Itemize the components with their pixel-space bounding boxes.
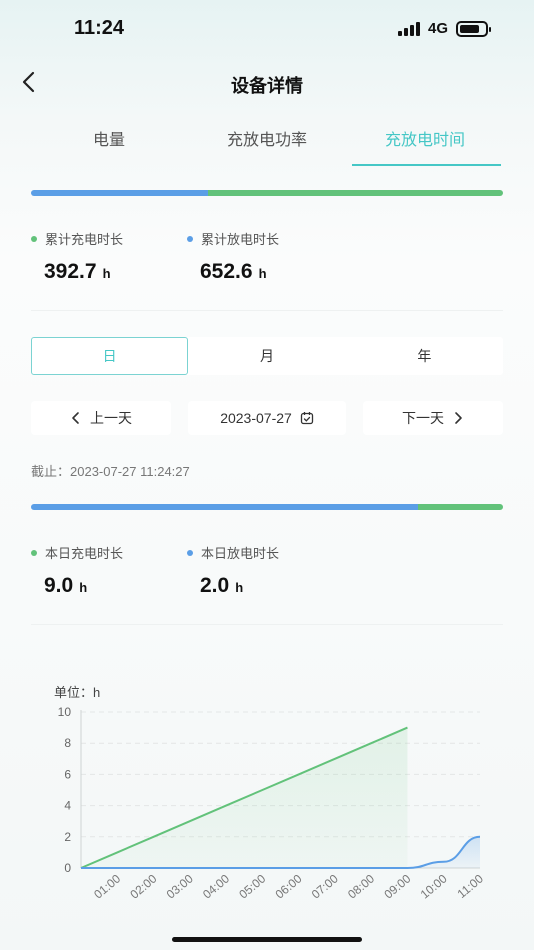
chevron-left-icon [72, 412, 79, 424]
y-tick-label: 6 [64, 767, 71, 781]
green-dot-icon [31, 235, 37, 242]
tab-underline [352, 164, 501, 166]
x-tick-label: 10:00 [418, 871, 450, 901]
total-discharge-segment [208, 190, 503, 196]
total-charge-value: 392.7 h [44, 260, 111, 284]
total-discharge-number: 652.6 [200, 260, 253, 283]
period-day[interactable]: 日 [31, 337, 189, 375]
daily-discharge-label: 本日放电时长 [201, 546, 280, 561]
unit-label: h [258, 266, 267, 281]
daily-charge-number: 9.0 [44, 574, 74, 597]
x-tick-label: 03:00 [164, 871, 196, 901]
tab-label: 充放电时间 [384, 132, 465, 149]
total-charge-label: 累计充电时长 [45, 232, 124, 247]
chevron-right-icon [455, 412, 462, 424]
home-indicator [172, 937, 362, 942]
tab-bar: 电量 充放电功率 充放电时间 [30, 124, 504, 166]
total-ratio-bar [31, 190, 503, 196]
daily-discharge-value: 2.0 h [200, 574, 243, 598]
daily-discharge-number: 2.0 [200, 574, 230, 597]
green-dot-icon [31, 549, 37, 556]
tab-label: 充放电功率 [226, 132, 307, 149]
divider [31, 624, 503, 625]
daily-discharge-legend: 本日放电时长 [187, 543, 279, 562]
prev-day-button[interactable]: 上一天 [31, 401, 171, 435]
page-title: 设备详情 [231, 76, 303, 96]
y-tick-label: 8 [64, 736, 71, 750]
total-discharge-label: 累计放电时长 [201, 232, 280, 247]
daily-discharge-segment [31, 504, 419, 510]
total-discharge-value: 652.6 h [200, 260, 267, 284]
total-charge-segment [31, 190, 209, 196]
unit-label: h [235, 580, 244, 595]
x-tick-label: 07:00 [309, 871, 341, 901]
tab-electricity[interactable]: 电量 [30, 124, 188, 166]
x-tick-label: 05:00 [236, 871, 268, 901]
y-tick-label: 10 [58, 705, 72, 719]
daily-charge-segment [418, 504, 503, 510]
tab-label: 电量 [92, 132, 125, 149]
blue-dot-icon [187, 235, 193, 242]
x-tick-label: 08:00 [345, 871, 377, 901]
total-discharge-legend: 累计放电时长 [187, 229, 279, 248]
network-type: 4G [427, 20, 448, 37]
y-tick-label: 0 [64, 861, 71, 875]
unit-label: h [102, 266, 111, 281]
current-date: 2023-07-27 [220, 410, 292, 426]
duration-chart: 0 2 4 6 8 10 01:00 02:00 03:00 04:00 05:00 06:00 07:… [58, 705, 487, 902]
total-charge-legend: 累计充电时长 [31, 229, 123, 248]
x-tick-label: 04:00 [200, 871, 232, 901]
divider [31, 310, 503, 311]
daily-ratio-bar [31, 504, 503, 510]
period-selector: 日 月 年 [31, 337, 503, 375]
next-day-label: 下一天 [402, 410, 444, 426]
x-tick-label: 01:00 [91, 871, 123, 901]
y-tick-label: 4 [64, 799, 71, 813]
prev-day-label: 上一天 [90, 410, 132, 426]
daily-charge-legend: 本日充电时长 [31, 543, 123, 562]
unit-label: h [79, 580, 88, 595]
x-tick-label: 11:00 [455, 871, 487, 901]
tab-power[interactable]: 充放电功率 [188, 124, 346, 166]
calendar-icon [300, 412, 313, 425]
date-picker-button[interactable]: 2023-07-27 [188, 401, 346, 435]
total-charge-number: 392.7 [44, 260, 97, 283]
x-tick-label: 02:00 [127, 871, 159, 901]
tab-charge-time[interactable]: 充放电时间 [346, 124, 504, 166]
daily-charge-value: 9.0 h [44, 574, 87, 598]
battery-icon [456, 20, 491, 37]
x-tick-label: 09:00 [381, 871, 413, 901]
x-tick-label: 06:00 [273, 871, 305, 901]
period-year[interactable]: 年 [346, 337, 503, 375]
daily-charge-label: 本日充电时长 [45, 546, 124, 561]
blue-dot-icon [187, 549, 193, 556]
status-icons: 4G [397, 20, 491, 37]
y-tick-label: 2 [64, 830, 71, 844]
signal-icon [397, 21, 420, 36]
deadline-text: 截止：2023-07-27 11:24:27 [31, 464, 190, 479]
next-day-button[interactable]: 下一天 [363, 401, 503, 435]
period-month[interactable]: 月 [188, 337, 345, 375]
status-time: 11:24 [74, 17, 125, 39]
